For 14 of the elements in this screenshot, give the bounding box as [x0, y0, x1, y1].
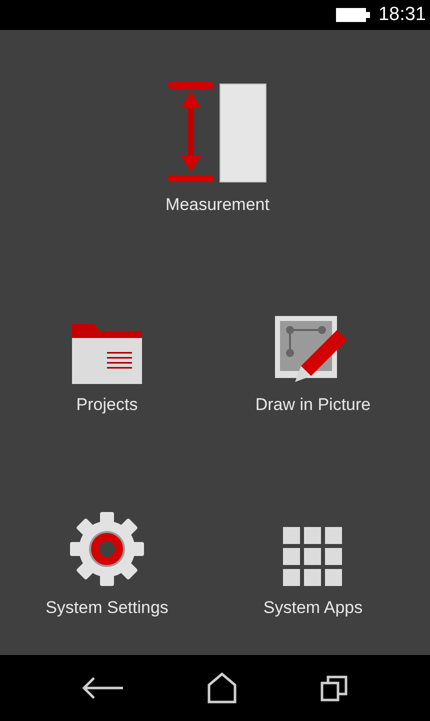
battery-icon — [336, 8, 370, 22]
clock-time: 18:31 — [378, 2, 426, 27]
back-icon[interactable] — [82, 677, 124, 699]
measurement-icon — [168, 82, 268, 184]
gear-icon — [69, 511, 145, 587]
grid-icon — [283, 527, 343, 587]
folder-icon — [72, 324, 142, 384]
recents-icon[interactable] — [320, 674, 348, 702]
app-label[interactable]: System Settings — [46, 595, 168, 620]
app-label[interactable]: Projects — [76, 392, 138, 417]
app-label[interactable]: Measurement — [166, 192, 270, 218]
home-icon[interactable] — [206, 672, 237, 704]
app-label[interactable]: Draw in Picture — [255, 392, 371, 417]
app-label[interactable]: System Apps — [263, 595, 363, 620]
